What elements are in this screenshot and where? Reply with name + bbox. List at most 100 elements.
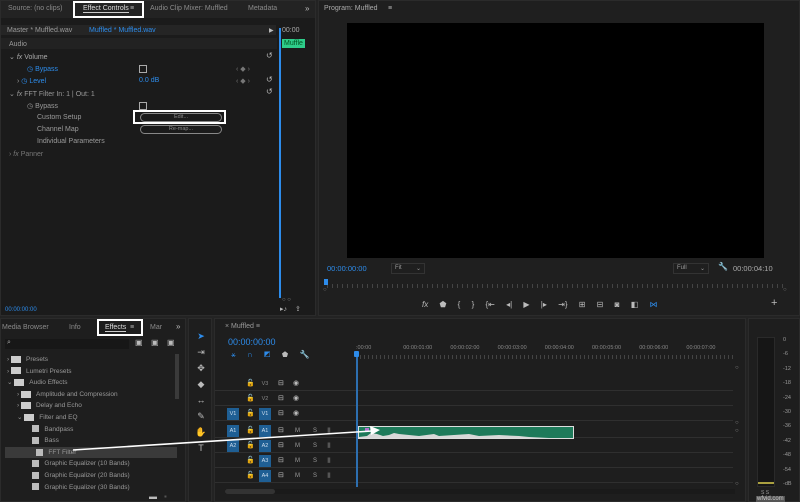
sequence-tab[interactable]: × Muffled ≡ [225,323,260,330]
new-bin-icon[interactable]: ▬ [149,493,157,501]
insert-icon[interactable]: ⊞ [579,300,586,309]
lock-icon[interactable]: 🔓 [246,410,255,418]
step-back-icon[interactable]: ◂| [506,300,512,309]
eye-icon[interactable]: ◉ [293,380,299,388]
mute-button[interactable]: M [295,443,300,449]
compare-icon[interactable]: ◧ [631,300,639,309]
stopwatch-icon[interactable]: ◷ [21,78,27,85]
linked-selection-icon[interactable]: ◩ [264,350,270,359]
playhead[interactable] [324,279,328,285]
play-audio-icon[interactable]: ▸♪ [280,306,287,314]
32bit-effects-icon[interactable]: ▣ [151,339,159,347]
accelerated-effects-icon[interactable]: ▣ [135,339,143,347]
effect-item[interactable]: Graphic Equalizer (30 Bands) [1,482,173,493]
panner-effect[interactable]: › fx Panner [9,151,43,158]
go-to-out-icon[interactable]: ⇥} [558,300,567,309]
effect-item[interactable]: Graphic Equalizer (20 Bands) [1,470,173,481]
mic-icon[interactable]: ▮ [327,427,331,435]
lock-icon[interactable]: 🔓 [246,395,255,403]
track-target[interactable]: A1 [259,425,271,437]
sync-lock-icon[interactable]: ⊟ [278,472,284,480]
keyframe-nav[interactable]: ‹ ◆ › [236,77,250,85]
play-icon[interactable]: ▶ [269,27,274,35]
keyframe-nav[interactable]: ‹ ◆ › [236,65,250,73]
effect-item[interactable]: ⌄ Audio Effects [1,377,173,388]
scrollbar[interactable] [175,354,179,399]
source-patch[interactable]: A2 [227,440,239,452]
tab-info[interactable]: Info [69,324,81,331]
scroll-handle[interactable]: ○ [735,419,739,427]
sync-lock-icon[interactable]: ⊟ [278,442,284,450]
sync-lock-icon[interactable]: ⊟ [278,427,284,435]
horizontal-scrollbar[interactable] [225,489,735,494]
sync-lock-icon[interactable]: ⊟ [278,410,284,418]
mic-icon[interactable]: ▮ [327,472,331,480]
mute-button[interactable]: M [295,458,300,464]
selection-tool-icon[interactable]: ➤ [194,328,208,344]
playhead[interactable] [354,351,359,357]
reset-icon[interactable]: ↺ [266,76,273,84]
step-forward-icon[interactable]: |▸ [541,300,547,309]
hand-tool-icon[interactable]: ✋ [194,424,208,440]
type-tool-icon[interactable]: T [194,440,208,456]
eye-icon[interactable]: ◉ [293,410,299,418]
lock-icon[interactable]: 🔓 [246,442,255,450]
solo-button[interactable]: S [313,443,317,449]
razor-tool-icon[interactable]: ◆ [194,376,208,392]
lock-icon[interactable]: 🔓 [246,472,255,480]
fx-icon[interactable]: fx [422,300,428,309]
level-value[interactable]: 0.0 dB [139,77,159,84]
mic-icon[interactable]: ▮ [327,442,331,450]
camera-icon[interactable]: ◙ [615,300,620,309]
source-patch[interactable]: V1 [227,408,239,420]
scrub-ruler[interactable] [327,284,787,288]
lock-icon[interactable]: 🔓 [246,457,255,465]
track-target[interactable]: V1 [259,408,271,420]
audio-clip[interactable] [358,426,574,439]
search-input[interactable]: ⌕ [5,339,129,349]
tab-media-browser[interactable]: Media Browser [2,324,49,331]
effect-item[interactable]: › Delay and Echo [1,400,173,411]
mute-button[interactable]: M [295,473,300,479]
nest-icon[interactable]: ⚹ [231,350,236,359]
overflow-icon[interactable]: » [176,323,180,331]
volume-effect[interactable]: ⌄ fx Volume [9,53,48,61]
video-viewer[interactable] [347,23,764,258]
fft-filter-effect[interactable]: ⌄ fx FFT Filter In: 1 | Out: 1 [9,90,95,98]
zoom-select[interactable]: Fit ⌄ [391,263,425,274]
remap-button[interactable]: Re-map... [140,125,222,134]
source-patch[interactable]: A1 [227,425,239,437]
effect-item[interactable]: Bandpass [1,424,173,435]
yuv-effects-icon[interactable]: ▣ [167,339,175,347]
effect-item[interactable]: › Amplitude and Compression [1,389,173,400]
tab-audio-clip-mixer[interactable]: Audio Clip Mixer: Muffled [150,5,228,12]
bypass-checkbox[interactable] [139,102,147,110]
zoom-handle[interactable]: ○ [323,286,327,294]
wrench-icon[interactable]: 🔧 [718,263,728,271]
delete-icon[interactable]: ▪ [164,493,167,501]
add-button-icon[interactable]: + [771,298,777,309]
pen-tool-icon[interactable]: ✎ [194,408,208,424]
mini-clip[interactable]: Muffle [282,39,305,48]
zoom-handle[interactable]: ○ ○ [282,296,291,304]
master-clip-label[interactable]: Master * Muffled.wav [7,27,72,34]
eye-icon[interactable]: ◉ [293,395,299,403]
effect-item[interactable]: ⌄ Filter and EQ [1,412,173,423]
mark-out-icon[interactable]: } [472,300,475,309]
track-target[interactable]: V2 [259,393,271,405]
tab-source[interactable]: Source: (no clips) [8,5,62,12]
lock-icon[interactable]: 🔓 [246,427,255,435]
mark-in-icon[interactable]: { [458,300,461,309]
reset-icon[interactable]: ↺ [266,52,273,60]
marker-icon[interactable]: ⬟ [439,300,446,309]
export-icon[interactable]: ⇪ [295,306,301,314]
mute-button[interactable]: M [295,428,300,434]
vr-icon[interactable]: ⋈ [649,300,657,309]
lock-icon[interactable]: 🔓 [246,380,255,388]
effect-item[interactable]: › Presets [1,354,173,365]
track-target[interactable]: V3 [259,378,271,390]
timeline-timecode[interactable]: 00:00:00:00 [228,337,276,347]
snap-icon[interactable]: ∩ [247,350,253,359]
solo-button[interactable]: S [313,428,317,434]
go-to-in-icon[interactable]: {⇤ [485,300,494,309]
